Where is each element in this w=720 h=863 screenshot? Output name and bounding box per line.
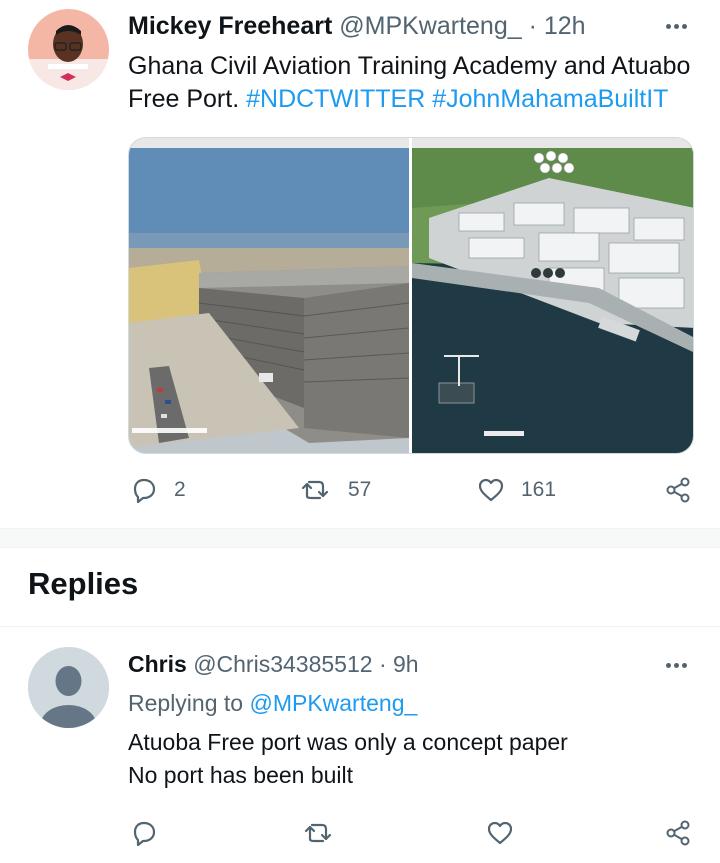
media-photo-aviation-academy (129, 148, 410, 453)
author-avatar[interactable] (28, 9, 109, 90)
hashtag-link[interactable]: #JohnMahamaBuiltIT (432, 85, 668, 113)
tweet-media[interactable] (128, 137, 694, 454)
tweet[interactable]: Mickey Freeheart @MPKwarteng_ · 12h Ghan… (0, 0, 720, 528)
reply-text: Atuoba Free port was only a concept pape… (128, 726, 688, 792)
share-button[interactable] (664, 470, 692, 510)
tweet-header: Mickey Freeheart @MPKwarteng_ · 12h (128, 10, 586, 42)
reply-count: 2 (174, 478, 186, 501)
media-render-free-port (412, 148, 693, 453)
reply-tweet[interactable]: Chris @Chris34385512 · 9h Replying to @M… (0, 627, 720, 863)
retweet-icon (304, 823, 332, 843)
replies-heading: Replies (28, 566, 139, 601)
more-icon[interactable] (666, 657, 690, 671)
retweet-button[interactable] (303, 813, 335, 853)
like-count: 161 (521, 478, 557, 501)
heart-icon (487, 821, 513, 845)
retweet-icon (301, 480, 329, 500)
reply-timestamp[interactable]: 9h (393, 651, 419, 677)
mention-link[interactable]: @MPKwarteng_ (249, 690, 417, 716)
heart-icon (478, 478, 504, 502)
replying-to: Replying to @MPKwarteng_ (128, 690, 417, 717)
reply-author-handle[interactable]: @Chris34385512 (193, 651, 372, 677)
hashtag-link[interactable]: #NDCTWITTER (246, 85, 425, 113)
like-button[interactable]: 161 (477, 470, 556, 510)
tweet-actions: 2 57 161 (0, 470, 720, 510)
retweet-count: 57 (348, 478, 372, 501)
reply-author-avatar[interactable] (28, 647, 109, 728)
tweet-text: Ghana Civil Aviation Training Academy an… (128, 50, 698, 116)
share-icon (666, 820, 690, 846)
reply-button[interactable]: 2 (130, 470, 186, 510)
reply-icon (133, 478, 156, 504)
share-icon (666, 477, 690, 503)
reply-icon (133, 821, 156, 847)
retweet-button[interactable]: 57 (300, 470, 371, 510)
section-separator (0, 528, 720, 548)
share-button[interactable] (664, 813, 692, 853)
separator-dot: · (378, 651, 387, 677)
reply-line: No port has been built (128, 762, 354, 788)
replying-prefix: Replying to (128, 690, 244, 716)
tweet-timestamp[interactable]: 12h (544, 12, 586, 40)
author-name[interactable]: Mickey Freeheart (128, 12, 332, 40)
reply-line: Atuoba Free port was only a concept pape… (128, 729, 568, 755)
separator-dot: · (528, 12, 537, 40)
reply-author-name[interactable]: Chris (128, 651, 187, 677)
like-button[interactable] (486, 813, 514, 853)
reply-actions (0, 813, 720, 853)
reply-header: Chris @Chris34385512 · 9h (128, 649, 419, 679)
reply-button[interactable] (130, 813, 158, 853)
more-icon[interactable] (666, 18, 690, 32)
author-handle[interactable]: @MPKwarteng_ (339, 12, 521, 40)
